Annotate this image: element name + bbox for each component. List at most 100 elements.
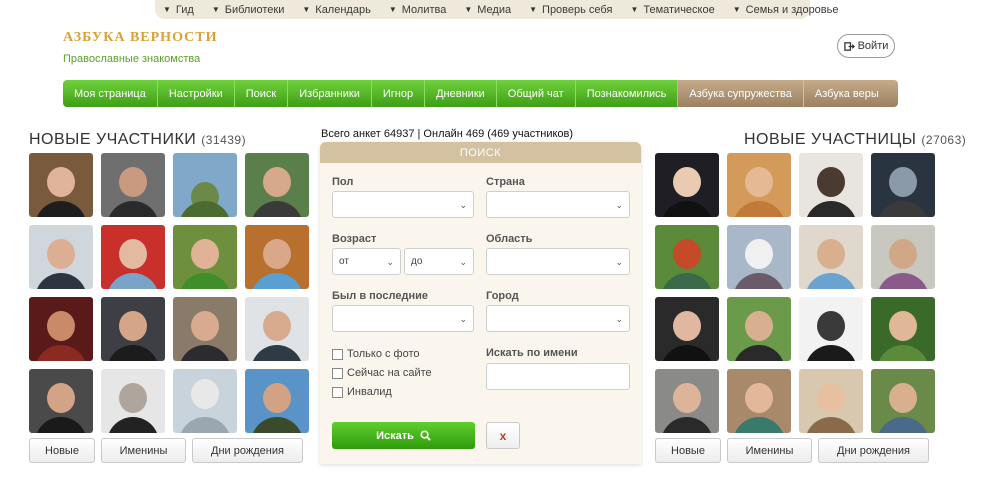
chevron-down-icon: ⌄ — [615, 257, 623, 267]
member-photo[interactable] — [871, 369, 935, 433]
find-button[interactable]: Искать — [332, 422, 475, 449]
member-photo[interactable] — [101, 369, 165, 433]
member-photo[interactable] — [173, 369, 237, 433]
member-photo[interactable] — [245, 225, 309, 289]
nav-search[interactable]: Поиск — [234, 80, 289, 107]
chevron-down-icon: ⌄ — [459, 200, 467, 210]
triangle-down-icon: ▼ — [388, 5, 397, 14]
name-search-label: Искать по имени — [486, 347, 578, 359]
portal-item-family[interactable]: ▼ Семья и здоровье — [733, 4, 839, 16]
member-photo[interactable] — [871, 225, 935, 289]
member-photo[interactable] — [29, 153, 93, 217]
member-photo[interactable] — [245, 297, 309, 361]
nav-diaries[interactable]: Дневники — [425, 80, 497, 107]
member-photo[interactable] — [29, 369, 93, 433]
chevron-down-icon: ⌄ — [386, 257, 394, 267]
nav-met[interactable]: Познакомились — [575, 80, 679, 107]
member-photo[interactable] — [727, 225, 791, 289]
member-photo[interactable] — [799, 297, 863, 361]
member-photo[interactable] — [727, 153, 791, 217]
member-photo[interactable] — [29, 297, 93, 361]
men-photo-grid — [29, 153, 309, 433]
nav-favorites[interactable]: Избранники — [288, 80, 372, 107]
member-photo[interactable] — [101, 153, 165, 217]
member-photo[interactable] — [173, 297, 237, 361]
men-tab-namedays[interactable]: Именины — [101, 438, 186, 463]
site-stats: Всего анкет 64937 | Онлайн 469 (469 учас… — [321, 128, 574, 140]
portal-item-prayer[interactable]: ▼ Молитва — [389, 4, 447, 16]
age-to-select[interactable]: до ⌄ — [404, 248, 474, 275]
member-photo[interactable] — [101, 225, 165, 289]
portal-item-test[interactable]: ▼ Проверь себя — [529, 4, 612, 16]
member-photo[interactable] — [799, 369, 863, 433]
disabled-checkbox[interactable]: Инвалид — [332, 386, 392, 398]
triangle-down-icon: ▼ — [529, 5, 538, 14]
member-photo[interactable] — [799, 225, 863, 289]
member-photo[interactable] — [655, 297, 719, 361]
member-photo[interactable] — [245, 153, 309, 217]
online-now-checkbox[interactable]: Сейчас на сайте — [332, 367, 432, 379]
portal-item-calendar[interactable]: ▼ Календарь — [302, 4, 370, 16]
portal-item-thematic[interactable]: ▼ Тематическое — [630, 4, 714, 16]
member-photo[interactable] — [101, 297, 165, 361]
checkbox-box[interactable] — [332, 386, 343, 398]
last-seen-select[interactable]: ⌄ — [332, 305, 474, 332]
member-photo[interactable] — [655, 369, 719, 433]
nav-faith-abc[interactable]: Азбука веры — [803, 80, 898, 107]
chevron-down-icon: ⌄ — [459, 257, 467, 267]
last-seen-label: Был в последние — [332, 290, 428, 302]
women-tab-birthdays[interactable]: Дни рождения — [818, 438, 929, 463]
city-select[interactable]: ⌄ — [486, 305, 630, 332]
chevron-down-icon: ⌄ — [459, 314, 467, 324]
portal-item-libraries[interactable]: ▼ Библиотеки — [212, 4, 285, 16]
chevron-down-icon: ⌄ — [615, 314, 623, 324]
nav-chat[interactable]: Общий чат — [496, 80, 576, 107]
member-photo[interactable] — [871, 153, 935, 217]
checkbox-box[interactable] — [332, 348, 343, 360]
country-select[interactable]: ⌄ — [486, 191, 630, 218]
age-label: Возраст — [332, 233, 377, 245]
member-photo[interactable] — [245, 369, 309, 433]
men-tab-birthdays[interactable]: Дни рождения — [192, 438, 303, 463]
region-select[interactable]: ⌄ — [486, 248, 630, 275]
nav-my-page[interactable]: Моя страница — [63, 80, 158, 107]
portal-menu: ▼ Гид ▼ Библиотеки ▼ Календарь ▼ Молитва ▼ Ме… — [155, 0, 839, 19]
name-search-input[interactable] — [486, 363, 630, 390]
women-tab-namedays[interactable]: Именины — [727, 438, 812, 463]
gender-select[interactable]: ⌄ — [332, 191, 474, 218]
triangle-down-icon: ▼ — [163, 5, 171, 14]
nav-marriage-abc[interactable]: Азбука супружества — [678, 80, 804, 107]
member-photo[interactable] — [173, 153, 237, 217]
search-icon — [420, 430, 431, 441]
women-tab-new[interactable]: Новые — [655, 438, 721, 463]
member-photo[interactable] — [29, 225, 93, 289]
age-from-select[interactable]: от ⌄ — [332, 248, 401, 275]
region-label: Область — [486, 233, 533, 245]
women-tabs: Новые Именины Дни рождения — [655, 438, 929, 463]
portal-item-media[interactable]: ▼ Медиа — [464, 4, 511, 16]
site-logo[interactable]: АЗБУКА ВЕРНОСТИ — [63, 30, 217, 46]
member-photo[interactable] — [655, 225, 719, 289]
triangle-down-icon: ▼ — [302, 5, 311, 14]
country-label: Страна — [486, 176, 525, 188]
women-photo-grid — [655, 153, 935, 433]
member-photo[interactable] — [655, 153, 719, 217]
checkbox-box[interactable] — [332, 367, 343, 379]
member-photo[interactable] — [727, 297, 791, 361]
triangle-down-icon: ▼ — [732, 5, 741, 14]
main-nav: Моя страница Настройки Поиск Избранники … — [63, 80, 898, 107]
men-tab-new[interactable]: Новые — [29, 438, 95, 463]
login-icon — [843, 41, 855, 51]
portal-item-guide[interactable]: ▼ Гид — [163, 4, 194, 16]
nav-ignore[interactable]: Игнор — [371, 80, 426, 107]
member-photo[interactable] — [173, 225, 237, 289]
member-photo[interactable] — [799, 153, 863, 217]
login-button[interactable]: Войти — [837, 34, 895, 58]
member-photo[interactable] — [871, 297, 935, 361]
member-photo[interactable] — [727, 369, 791, 433]
city-label: Город — [486, 290, 519, 302]
reset-button[interactable]: x — [486, 422, 520, 449]
chevron-down-icon: ⌄ — [615, 200, 623, 210]
photo-only-checkbox[interactable]: Только с фото — [332, 348, 420, 360]
nav-settings[interactable]: Настройки — [157, 80, 235, 107]
